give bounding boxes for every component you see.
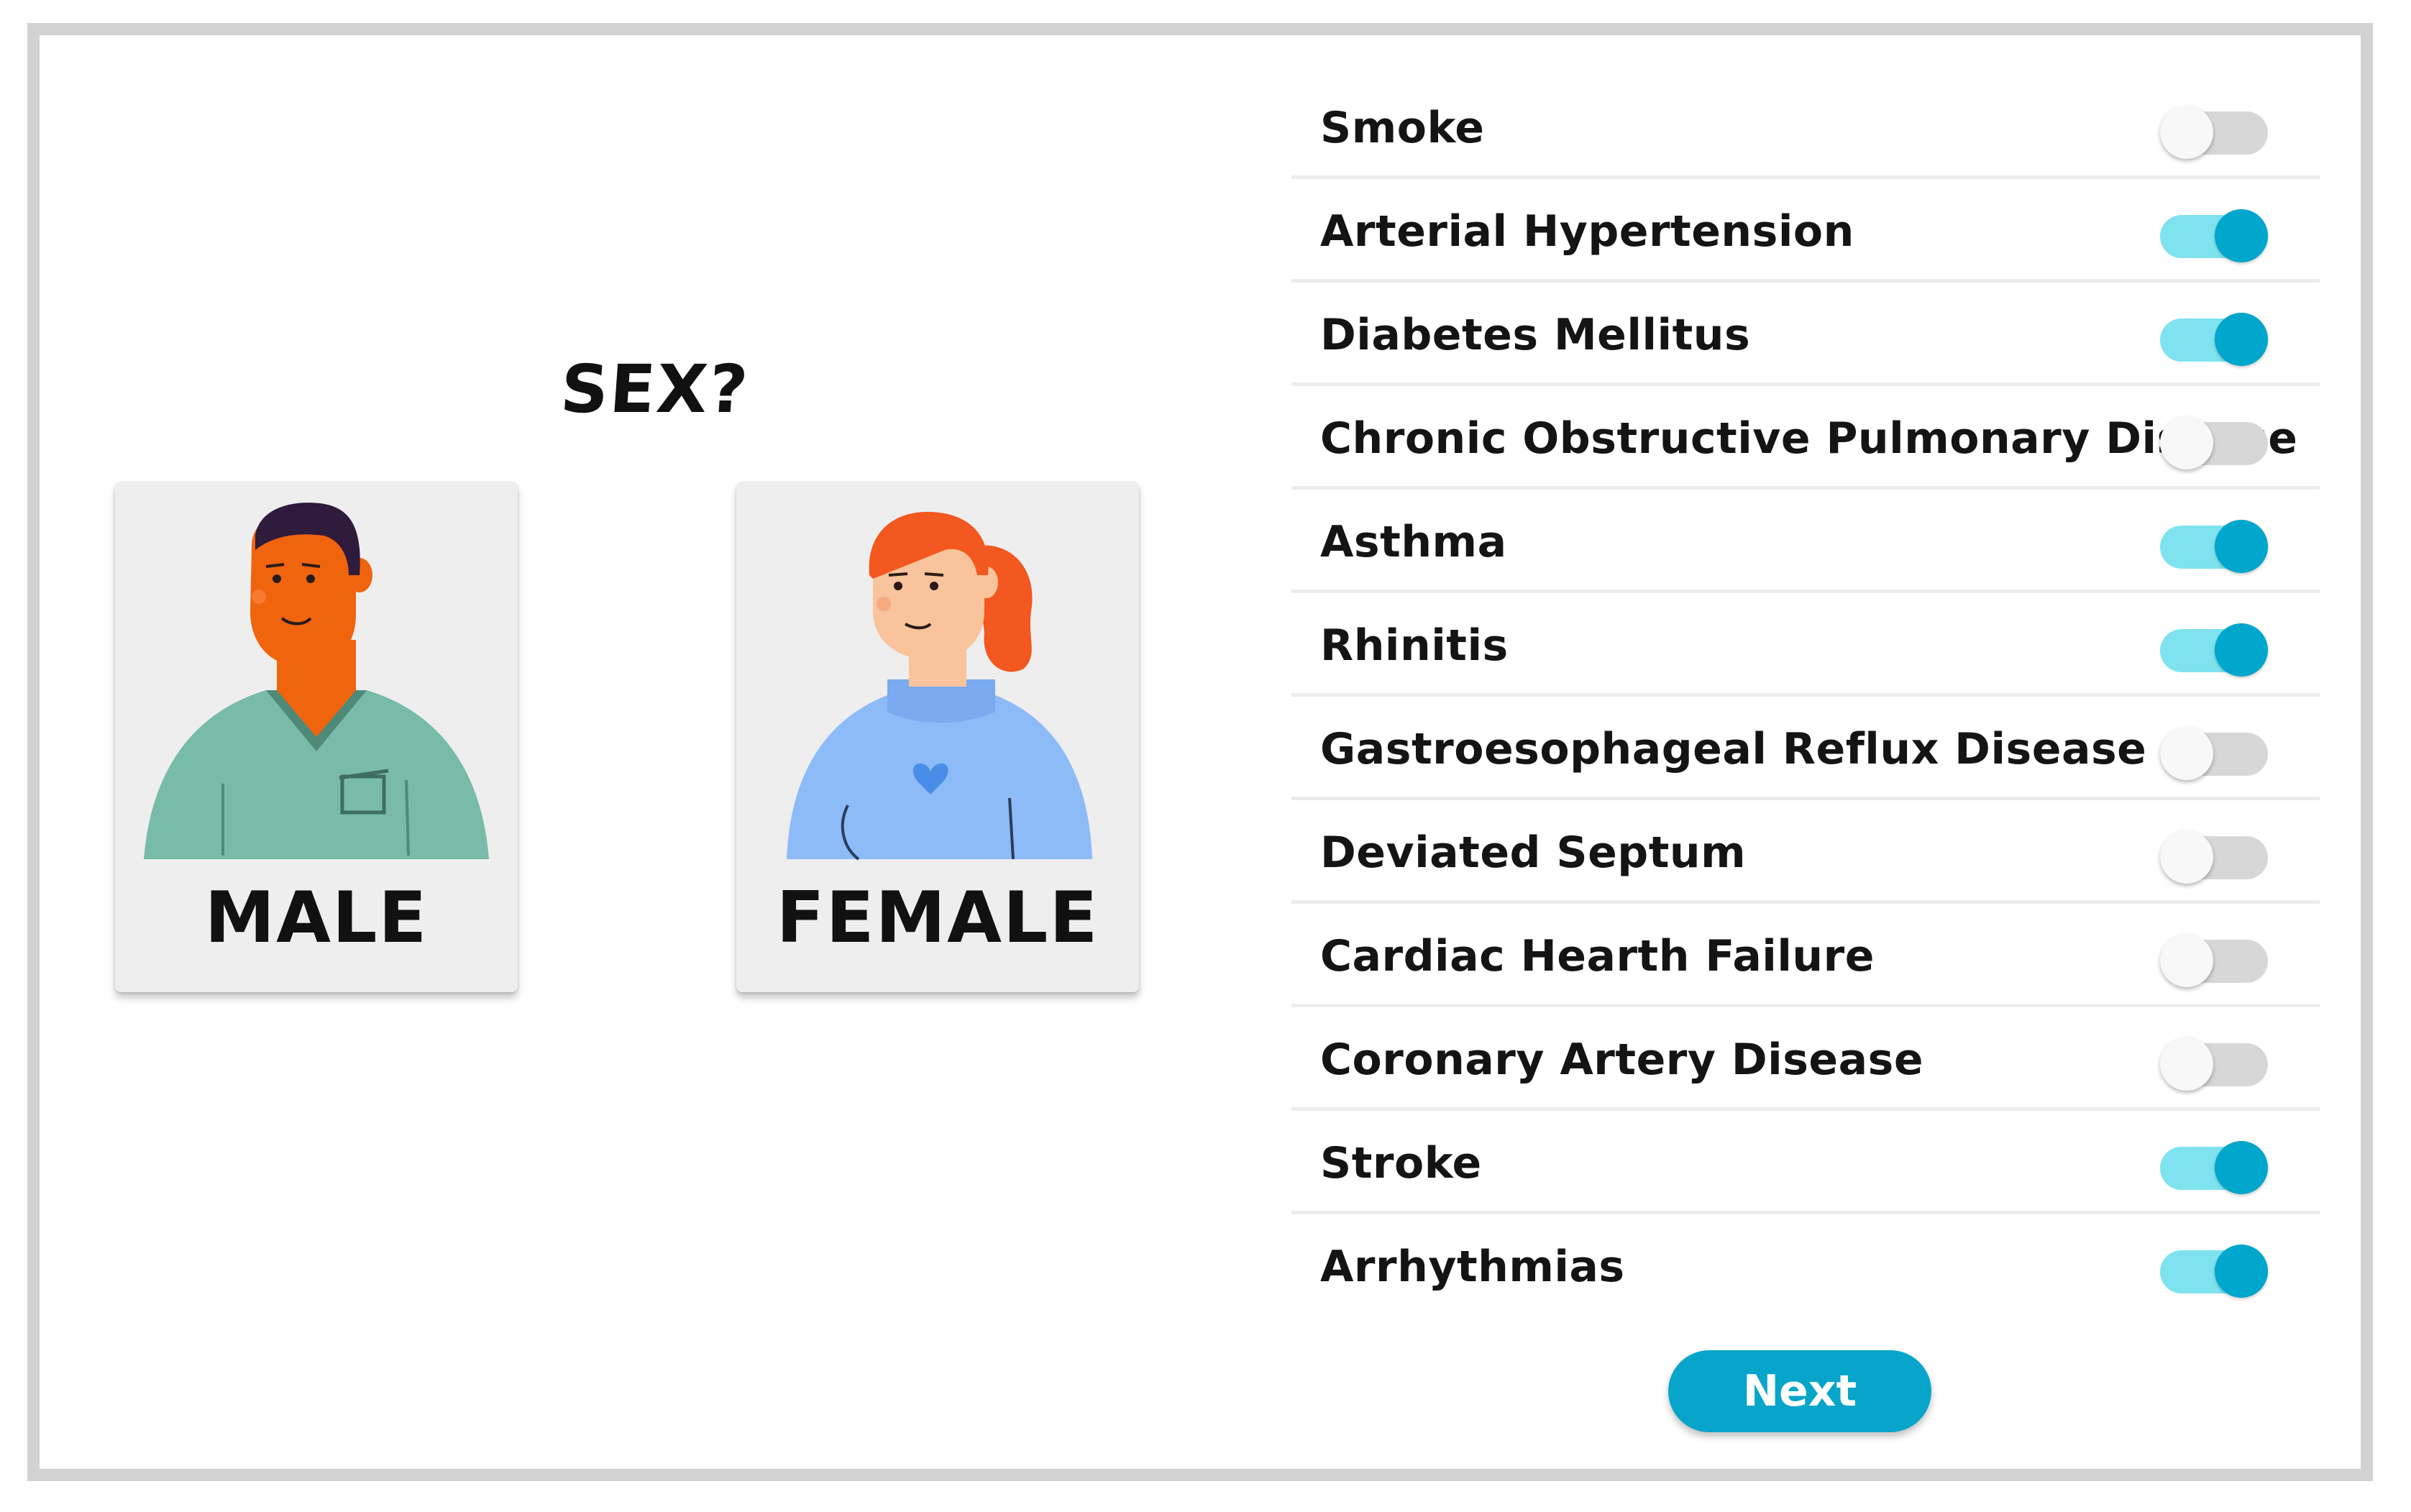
male-label: MALE	[204, 877, 429, 959]
condition-row-arterial-hypertension: Arterial Hypertension	[1291, 179, 2320, 283]
question-title: SEX?	[558, 351, 752, 428]
condition-row-smoke: Smoke	[1291, 75, 2320, 179]
condition-row-coronary-artery-disease: Coronary Artery Disease	[1291, 1007, 2320, 1111]
condition-label: Chronic Obstructive Pulmonary Disease	[1320, 413, 2298, 464]
condition-row-copd: Chronic Obstructive Pulmonary Disease	[1291, 386, 2320, 490]
condition-label: Arterial Hypertension	[1320, 206, 1854, 257]
condition-label: Gastroesophageal Reflux Disease	[1320, 724, 2147, 774]
condition-toggle[interactable]	[2160, 209, 2268, 262]
condition-toggle[interactable]	[2160, 1245, 2268, 1298]
condition-row-diabetes-mellitus: Diabetes Mellitus	[1291, 283, 2320, 386]
female-label: FEMALE	[776, 877, 1099, 959]
condition-toggle[interactable]	[2160, 1141, 2268, 1194]
condition-toggle[interactable]	[2160, 520, 2268, 573]
condition-row-asthma: Asthma	[1291, 490, 2320, 593]
condition-label: Rhinitis	[1320, 620, 1509, 671]
condition-toggle[interactable]	[2160, 1037, 2268, 1091]
condition-label: Smoke	[1320, 103, 1485, 153]
condition-label: Stroke	[1320, 1138, 1482, 1188]
next-button[interactable]: Next	[1668, 1350, 1931, 1432]
condition-toggle[interactable]	[2160, 830, 2268, 884]
condition-label: Asthma	[1320, 517, 1507, 567]
conditions-list: Smoke Arterial Hypertension Diabetes Mel…	[1291, 75, 2320, 1318]
condition-row-deviated-septum: Deviated Septum	[1291, 800, 2320, 904]
condition-row-arrhythmias: Arrhythmias	[1291, 1214, 2320, 1318]
condition-label: Arrhythmias	[1320, 1242, 1625, 1292]
condition-toggle[interactable]	[2160, 106, 2268, 159]
condition-row-cardiac-failure: Cardiac Hearth Failure	[1291, 904, 2320, 1007]
condition-label: Cardiac Hearth Failure	[1320, 931, 1875, 981]
condition-label: Coronary Artery Disease	[1320, 1035, 1924, 1085]
condition-label: Diabetes Mellitus	[1320, 310, 1751, 360]
condition-toggle[interactable]	[2160, 727, 2268, 780]
condition-row-gerd: Gastroesophageal Reflux Disease	[1291, 697, 2320, 800]
condition-toggle[interactable]	[2160, 623, 2268, 677]
male-option-card[interactable]: MALE	[115, 482, 518, 992]
male-avatar-icon	[144, 503, 489, 859]
condition-label: Deviated Septum	[1320, 828, 1747, 878]
condition-row-rhinitis: Rhinitis	[1291, 593, 2320, 697]
condition-toggle[interactable]	[2160, 934, 2268, 987]
female-option-card[interactable]: FEMALE	[736, 482, 1139, 992]
female-avatar-icon	[787, 511, 1092, 861]
condition-row-stroke: Stroke	[1291, 1111, 2320, 1214]
condition-toggle[interactable]	[2160, 313, 2268, 366]
condition-toggle[interactable]	[2160, 416, 2268, 469]
